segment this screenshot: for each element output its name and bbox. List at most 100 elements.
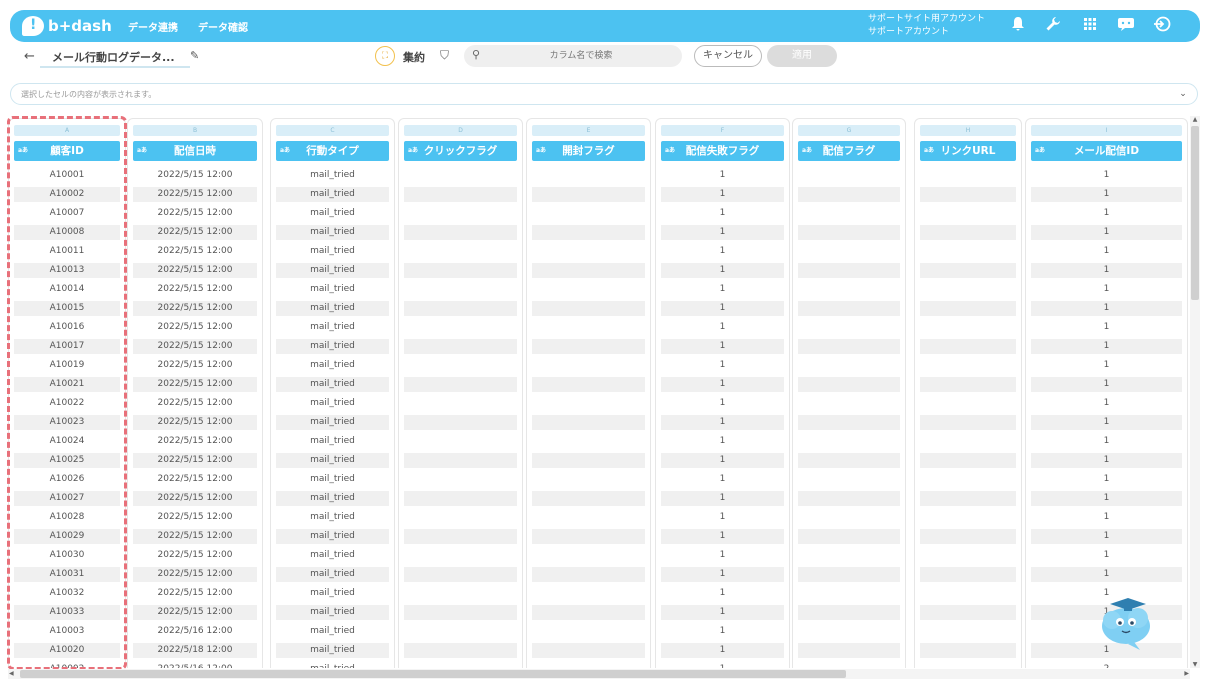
- table-cell[interactable]: [532, 223, 645, 242]
- table-cell[interactable]: [798, 337, 900, 356]
- table-cell[interactable]: [798, 584, 900, 603]
- table-cell[interactable]: [798, 185, 900, 204]
- table-cell[interactable]: [798, 641, 900, 660]
- table-cell[interactable]: 1: [661, 432, 784, 451]
- table-cell[interactable]: 1: [661, 394, 784, 413]
- table-cell[interactable]: [404, 223, 517, 242]
- table-cell[interactable]: 1: [1031, 508, 1182, 527]
- table-cell[interactable]: 1: [1031, 299, 1182, 318]
- table-cell[interactable]: 1: [661, 508, 784, 527]
- table-cell[interactable]: [798, 318, 900, 337]
- table-cell[interactable]: [920, 223, 1016, 242]
- table-cell[interactable]: [532, 394, 645, 413]
- column-header[interactable]: aあ 行動タイプ: [276, 141, 389, 161]
- table-cell[interactable]: mail_tried: [276, 660, 389, 668]
- table-cell[interactable]: mail_tried: [276, 204, 389, 223]
- table-cell[interactable]: [532, 660, 645, 668]
- table-cell[interactable]: 1: [661, 280, 784, 299]
- table-cell[interactable]: mail_tried: [276, 299, 389, 318]
- table-cell[interactable]: A10032: [14, 584, 120, 603]
- table-cell[interactable]: [532, 451, 645, 470]
- table-cell[interactable]: [798, 242, 900, 261]
- table-cell[interactable]: 1: [661, 584, 784, 603]
- table-cell[interactable]: [404, 508, 517, 527]
- column-type-icon[interactable]: aあ: [1035, 141, 1045, 161]
- grid-apps-icon[interactable]: [1080, 16, 1100, 36]
- table-cell[interactable]: 2022/5/15 12:00: [133, 185, 257, 204]
- table-cell[interactable]: 1: [1031, 185, 1182, 204]
- table-cell[interactable]: mail_tried: [276, 185, 389, 204]
- table-cell[interactable]: [404, 185, 517, 204]
- table-cell[interactable]: 2022/5/15 12:00: [133, 337, 257, 356]
- table-cell[interactable]: [532, 299, 645, 318]
- table-cell[interactable]: 2022/5/15 12:00: [133, 394, 257, 413]
- table-cell[interactable]: [404, 242, 517, 261]
- table-cell[interactable]: 1: [661, 451, 784, 470]
- table-cell[interactable]: 2022/5/16 12:00: [133, 660, 257, 668]
- table-cell[interactable]: [798, 451, 900, 470]
- menu-data-check[interactable]: データ確認: [198, 19, 248, 34]
- table-cell[interactable]: 1: [661, 204, 784, 223]
- table-cell[interactable]: A10023: [14, 413, 120, 432]
- table-cell[interactable]: [404, 622, 517, 641]
- table-cell[interactable]: 2022/5/16 12:00: [133, 622, 257, 641]
- table-cell[interactable]: [920, 166, 1016, 185]
- table-cell[interactable]: [798, 432, 900, 451]
- table-cell[interactable]: 2022/5/15 12:00: [133, 280, 257, 299]
- table-cell[interactable]: 1: [661, 565, 784, 584]
- table-cell[interactable]: [532, 432, 645, 451]
- table-cell[interactable]: [532, 280, 645, 299]
- table-cell[interactable]: 1: [661, 413, 784, 432]
- table-cell[interactable]: A10033: [14, 603, 120, 622]
- table-cell[interactable]: 1: [661, 166, 784, 185]
- table-cell[interactable]: [798, 166, 900, 185]
- table-cell[interactable]: 2022/5/15 12:00: [133, 318, 257, 337]
- table-cell[interactable]: mail_tried: [276, 489, 389, 508]
- table-cell[interactable]: [920, 584, 1016, 603]
- table-cell[interactable]: [920, 356, 1016, 375]
- table-cell[interactable]: 1: [1031, 470, 1182, 489]
- column-type-icon[interactable]: aあ: [280, 141, 290, 161]
- table-cell[interactable]: [404, 261, 517, 280]
- table-cell[interactable]: 2022/5/15 12:00: [133, 527, 257, 546]
- table-cell[interactable]: 2022/5/15 12:00: [133, 166, 257, 185]
- column-type-icon[interactable]: aあ: [18, 141, 28, 161]
- table-cell[interactable]: [404, 204, 517, 223]
- table-cell[interactable]: [920, 489, 1016, 508]
- table-cell[interactable]: [798, 603, 900, 622]
- table-cell[interactable]: mail_tried: [276, 622, 389, 641]
- table-cell[interactable]: 2022/5/15 12:00: [133, 356, 257, 375]
- table-cell[interactable]: [532, 527, 645, 546]
- scroll-up-arrow-icon[interactable]: ▲: [1190, 116, 1200, 123]
- mascot-assistant-icon[interactable]: [1098, 592, 1158, 652]
- table-cell[interactable]: 1: [661, 185, 784, 204]
- table-cell[interactable]: [532, 337, 645, 356]
- horizontal-scroll-thumb[interactable]: [20, 670, 846, 678]
- table-cell[interactable]: 1: [1031, 356, 1182, 375]
- table-cell[interactable]: A10021: [14, 375, 120, 394]
- table-cell[interactable]: 1: [661, 299, 784, 318]
- column-letter[interactable]: D: [404, 125, 517, 136]
- table-cell[interactable]: [404, 299, 517, 318]
- bell-icon[interactable]: [1008, 16, 1028, 36]
- logout-icon[interactable]: [1152, 16, 1172, 36]
- table-cell[interactable]: [532, 356, 645, 375]
- table-cell[interactable]: [920, 565, 1016, 584]
- table-cell[interactable]: mail_tried: [276, 508, 389, 527]
- column-type-icon[interactable]: aあ: [137, 141, 147, 161]
- table-cell[interactable]: [798, 413, 900, 432]
- table-cell[interactable]: 1: [1031, 337, 1182, 356]
- table-cell[interactable]: 2022/5/15 12:00: [133, 204, 257, 223]
- table-cell[interactable]: [798, 489, 900, 508]
- table-cell[interactable]: 1: [1031, 527, 1182, 546]
- table-cell[interactable]: 2022/5/15 12:00: [133, 584, 257, 603]
- table-cell[interactable]: A10015: [14, 299, 120, 318]
- table-cell[interactable]: [404, 641, 517, 660]
- horizontal-scrollbar[interactable]: ◀ ▶: [8, 669, 1190, 679]
- wrench-icon[interactable]: [1043, 16, 1063, 36]
- table-cell[interactable]: [798, 565, 900, 584]
- column-type-icon[interactable]: aあ: [536, 141, 546, 161]
- table-cell[interactable]: 1: [661, 641, 784, 660]
- table-cell[interactable]: [532, 584, 645, 603]
- table-cell[interactable]: A10014: [14, 280, 120, 299]
